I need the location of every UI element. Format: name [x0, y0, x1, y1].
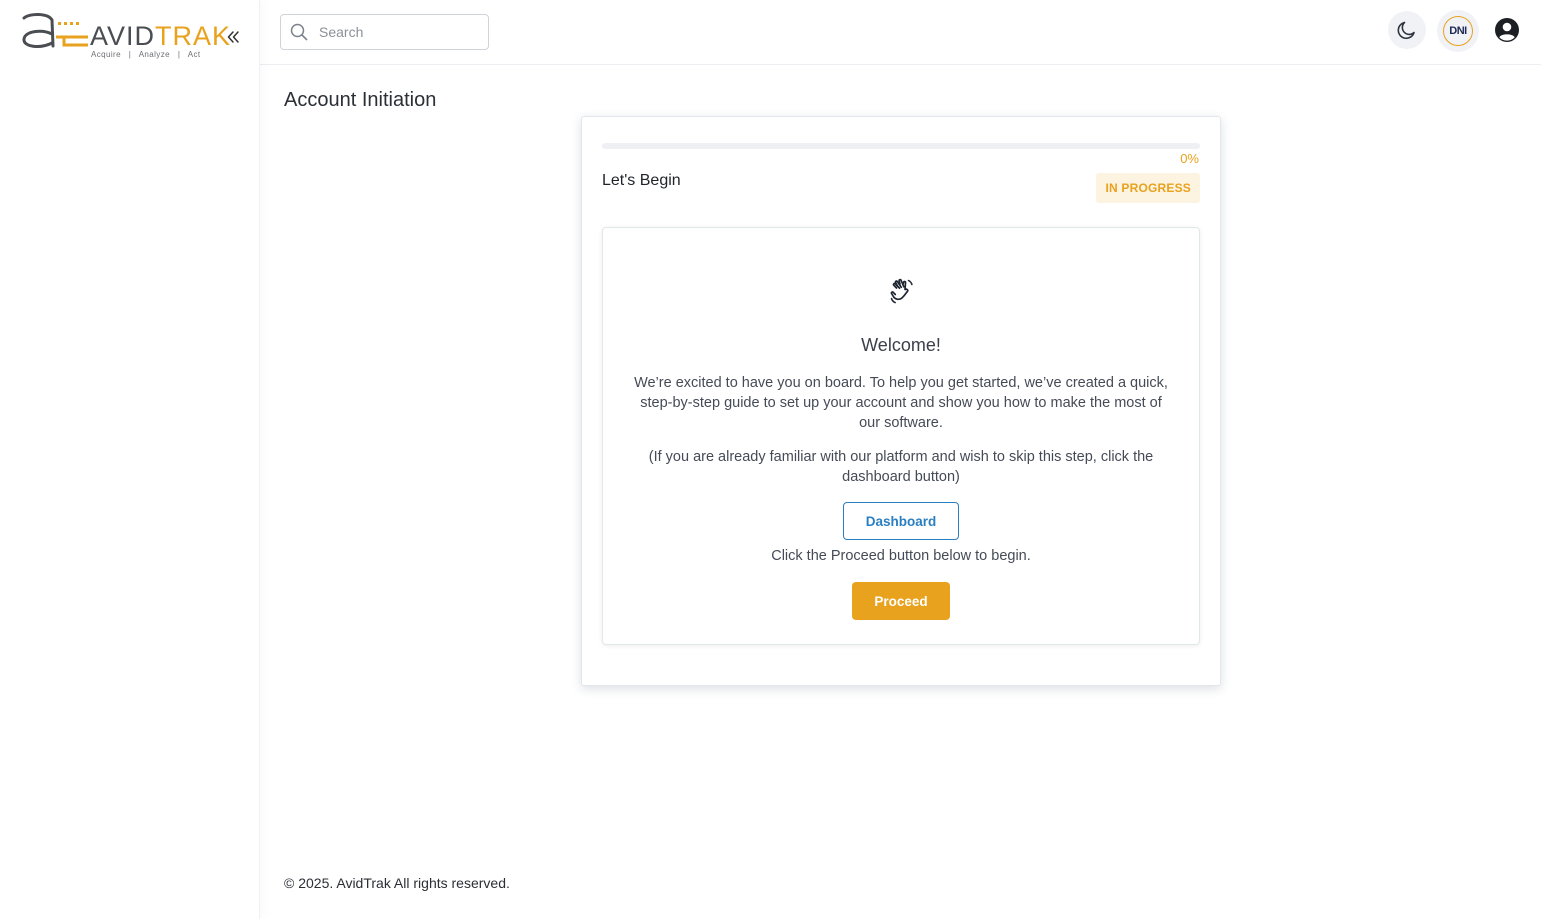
welcome-panel: Welcome! We’re excited to have you on bo… [602, 227, 1200, 645]
org-badge: DNI [1443, 16, 1473, 46]
search-icon [290, 23, 308, 41]
status-badge: IN PROGRESS [1096, 173, 1200, 203]
waving-hand-icon [890, 278, 913, 304]
top-header: DNI [260, 0, 1541, 65]
user-profile-button[interactable] [1488, 11, 1526, 49]
proceed-button[interactable]: Proceed [852, 582, 950, 620]
page-title: Account Initiation [284, 89, 437, 111]
organization-button[interactable]: DNI [1437, 10, 1479, 52]
avidtrak-logo[interactable]: AVIDTRAK Acquire | Analyze | Act [20, 12, 230, 62]
moon-icon [1397, 21, 1415, 40]
search-box[interactable] [280, 14, 489, 50]
sidebar-collapse-button[interactable] [222, 26, 244, 48]
logo-tagline: Acquire | Analyze | Act [91, 50, 201, 59]
sidebar: AVIDTRAK Acquire | Analyze | Act [0, 0, 260, 919]
progress-bar [602, 143, 1200, 149]
footer-copyright: © 2025. AvidTrak All rights reserved. [284, 875, 510, 891]
proceed-hint: Click the Proceed button below to begin. [771, 548, 1031, 564]
search-input[interactable] [317, 17, 482, 47]
double-chevron-left-icon [227, 31, 239, 43]
welcome-heading: Welcome! [861, 335, 941, 355]
welcome-message: We’re excited to have you on board. To h… [634, 375, 1168, 431]
logo-mark-icon [22, 13, 88, 48]
theme-toggle-button[interactable] [1388, 11, 1426, 49]
logo-word-trak: TRAK [155, 21, 232, 51]
logo-wordmark: AVIDTRAK [90, 21, 231, 51]
progress-percentage: 0% [1180, 151, 1199, 166]
user-circle-icon [1495, 18, 1519, 42]
step-title: Let's Begin [602, 172, 681, 189]
onboarding-card: 0% Let's Begin IN PROGRESS Welcome! We’r… [581, 116, 1221, 686]
dashboard-button[interactable]: Dashboard [843, 502, 959, 540]
skip-note: (If you are already familiar with our pl… [648, 449, 1154, 485]
logo-word-avid: AVID [90, 21, 156, 51]
